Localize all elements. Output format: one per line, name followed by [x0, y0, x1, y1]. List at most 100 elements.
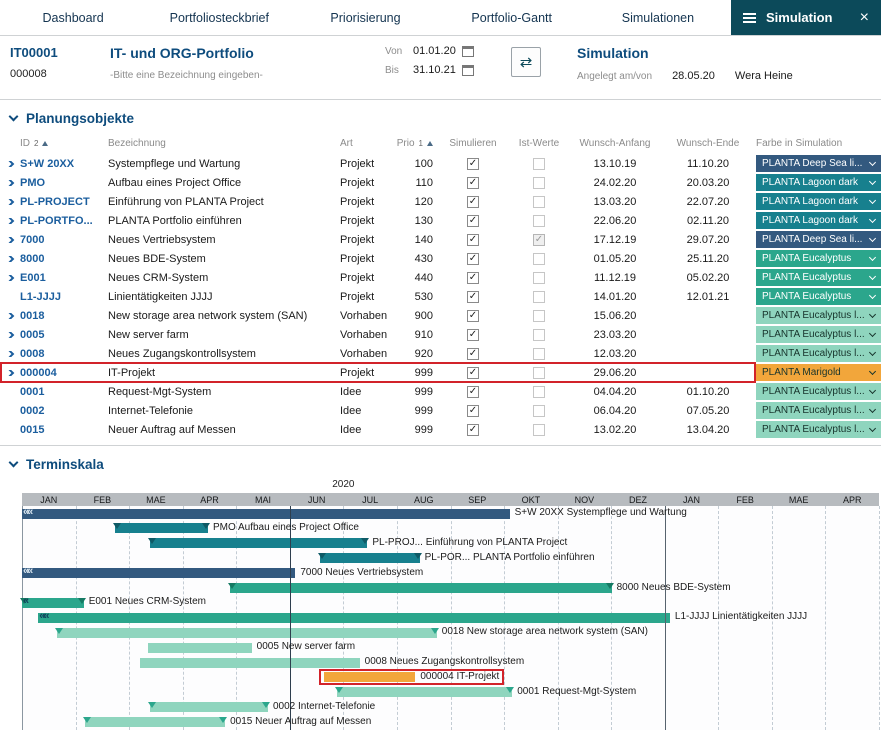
col-ist-werte[interactable]: Ist-Werte — [508, 138, 570, 149]
expand-icon[interactable] — [6, 256, 14, 262]
ist-werte-checkbox[interactable] — [533, 367, 545, 379]
ist-werte-checkbox[interactable] — [533, 291, 545, 303]
calendar-icon[interactable] — [462, 46, 474, 57]
farbe-dropdown[interactable]: PLANTA Eucalyptus l... — [756, 421, 881, 438]
table-row[interactable]: 000004IT-ProjektProjekt999✓29.06.20PLANT… — [0, 363, 881, 382]
farbe-dropdown[interactable]: PLANTA Lagoon dark — [756, 193, 881, 210]
row-id-link[interactable]: 000004 — [20, 367, 108, 379]
bis-value[interactable]: 31.10.21 — [413, 64, 456, 76]
table-row[interactable]: 0015Neuer Auftrag auf MessenIdee999✓13.0… — [0, 420, 881, 439]
simulieren-checkbox[interactable]: ✓ — [467, 158, 479, 170]
expand-icon[interactable] — [6, 237, 14, 243]
gantt-bar[interactable] — [230, 583, 611, 593]
row-id-link[interactable]: PL-PROJECT — [20, 196, 108, 208]
simulieren-checkbox[interactable]: ✓ — [467, 386, 479, 398]
nav-item-portfolio-gantt[interactable]: Portfolio-Gantt — [439, 0, 585, 35]
row-id-link[interactable]: PL-PORTFO... — [20, 215, 108, 227]
nav-item-priorisierung[interactable]: Priorisierung — [292, 0, 438, 35]
simulieren-checkbox[interactable]: ✓ — [467, 215, 479, 227]
gantt-bar[interactable] — [324, 672, 416, 682]
gantt-bar[interactable]: «« — [22, 509, 510, 519]
expand-icon[interactable] — [6, 180, 14, 186]
portfolio-subtitle[interactable]: -Bitte eine Bezeichnung eingeben- — [110, 70, 385, 81]
table-row[interactable]: 0018New storage area network system (SAN… — [0, 306, 881, 325]
expand-icon[interactable] — [6, 275, 14, 281]
expand-icon[interactable] — [6, 313, 14, 319]
ist-werte-checkbox[interactable] — [533, 386, 545, 398]
col-farbe[interactable]: Farbe in Simulation — [756, 138, 881, 149]
ist-werte-checkbox[interactable] — [533, 272, 545, 284]
gantt-bar[interactable] — [150, 538, 368, 548]
expand-icon[interactable] — [6, 332, 14, 338]
table-row[interactable]: PMOAufbau eines Project OfficeProjekt110… — [0, 173, 881, 192]
gantt-bar[interactable] — [85, 717, 225, 727]
row-id-link[interactable]: 0018 — [20, 310, 108, 322]
expand-icon[interactable] — [6, 218, 14, 224]
gantt-bar[interactable] — [57, 628, 437, 638]
col-simulieren[interactable]: Simulieren — [438, 138, 508, 149]
planungsobjekte-header[interactable]: Planungsobjekte — [0, 100, 881, 132]
simulieren-checkbox[interactable]: ✓ — [467, 177, 479, 189]
table-row[interactable]: 7000Neues VertriebsystemProjekt140✓✓17.1… — [0, 230, 881, 249]
table-row[interactable]: PL-PORTFO...PLANTA Portfolio einführenPr… — [0, 211, 881, 230]
simulieren-checkbox[interactable]: ✓ — [467, 367, 479, 379]
table-row[interactable]: 0001Request-Mgt-SystemIdee999✓04.04.2001… — [0, 382, 881, 401]
farbe-dropdown[interactable]: PLANTA Eucalyptus l... — [756, 326, 881, 343]
farbe-dropdown[interactable]: PLANTA Eucalyptus — [756, 250, 881, 267]
ist-werte-checkbox[interactable] — [533, 348, 545, 360]
nav-item-dashboard[interactable]: Dashboard — [0, 0, 146, 35]
nav-item-simulationen[interactable]: Simulationen — [585, 0, 731, 35]
row-id-link[interactable]: PMO — [20, 177, 108, 189]
refresh-button[interactable]: ⇄ — [511, 47, 541, 77]
row-id-link[interactable]: L1-JJJJ — [20, 291, 108, 303]
collapse-icon[interactable] — [9, 458, 19, 468]
ist-werte-checkbox[interactable] — [533, 177, 545, 189]
col-bezeichnung[interactable]: Bezeichnung — [108, 138, 340, 149]
farbe-dropdown[interactable]: PLANTA Lagoon dark — [756, 212, 881, 229]
expand-icon[interactable] — [6, 370, 14, 376]
table-row[interactable]: S+W 20XXSystempflege und WartungProjekt1… — [0, 154, 881, 173]
simulieren-checkbox[interactable]: ✓ — [467, 234, 479, 246]
simulieren-checkbox[interactable]: ✓ — [467, 291, 479, 303]
table-row[interactable]: 0002Internet-TelefonieIdee999✓06.04.2007… — [0, 401, 881, 420]
col-id[interactable]: ID 2 — [20, 138, 108, 149]
simulieren-checkbox[interactable]: ✓ — [467, 272, 479, 284]
gantt-bar[interactable] — [140, 658, 359, 668]
farbe-dropdown[interactable]: PLANTA Eucalyptus l... — [756, 402, 881, 419]
farbe-dropdown[interactable]: PLANTA Eucalyptus — [756, 269, 881, 286]
row-id-link[interactable]: 0005 — [20, 329, 108, 341]
table-row[interactable]: PL-PROJECTEinführung von PLANTA ProjectP… — [0, 192, 881, 211]
gantt-bar[interactable] — [115, 523, 208, 533]
table-row[interactable]: E001Neues CRM-SystemProjekt440✓11.12.190… — [0, 268, 881, 287]
table-row[interactable]: 8000Neues BDE-SystemProjekt430✓01.05.202… — [0, 249, 881, 268]
col-wunsch-ende[interactable]: Wunsch-Ende — [660, 138, 756, 149]
ist-werte-checkbox[interactable] — [533, 253, 545, 265]
nav-item-portfoliosteckbrief[interactable]: Portfoliosteckbrief — [146, 0, 292, 35]
farbe-dropdown[interactable]: PLANTA Deep Sea li... — [756, 155, 881, 172]
expand-icon[interactable] — [6, 351, 14, 357]
col-wunsch-anfang[interactable]: Wunsch-Anfang — [570, 138, 660, 149]
ist-werte-checkbox[interactable] — [533, 405, 545, 417]
row-id-link[interactable]: 0001 — [20, 386, 108, 398]
farbe-dropdown[interactable]: PLANTA Eucalyptus l... — [756, 345, 881, 362]
col-art[interactable]: Art — [340, 138, 400, 149]
col-prio[interactable]: Prio 1 — [400, 138, 438, 149]
row-id-link[interactable]: 0008 — [20, 348, 108, 360]
farbe-dropdown[interactable]: PLANTA Marigold — [756, 364, 881, 381]
simulieren-checkbox[interactable]: ✓ — [467, 196, 479, 208]
simulieren-checkbox[interactable]: ✓ — [467, 329, 479, 341]
gantt-bar[interactable]: «« — [22, 568, 295, 578]
terminskala-header[interactable]: Terminskala — [0, 446, 881, 478]
farbe-dropdown[interactable]: PLANTA Deep Sea li... — [756, 231, 881, 248]
gantt-bar[interactable]: «« — [38, 613, 670, 623]
simulieren-checkbox[interactable]: ✓ — [467, 310, 479, 322]
gantt-bar[interactable] — [148, 643, 252, 653]
row-id-link[interactable]: 0002 — [20, 405, 108, 417]
row-id-link[interactable]: 7000 — [20, 234, 108, 246]
gantt-bar[interactable] — [320, 553, 419, 563]
expand-icon[interactable] — [6, 199, 14, 205]
farbe-dropdown[interactable]: PLANTA Eucalyptus l... — [756, 383, 881, 400]
ist-werte-checkbox[interactable] — [533, 215, 545, 227]
row-id-link[interactable]: 8000 — [20, 253, 108, 265]
close-icon[interactable]: × — [860, 10, 869, 26]
